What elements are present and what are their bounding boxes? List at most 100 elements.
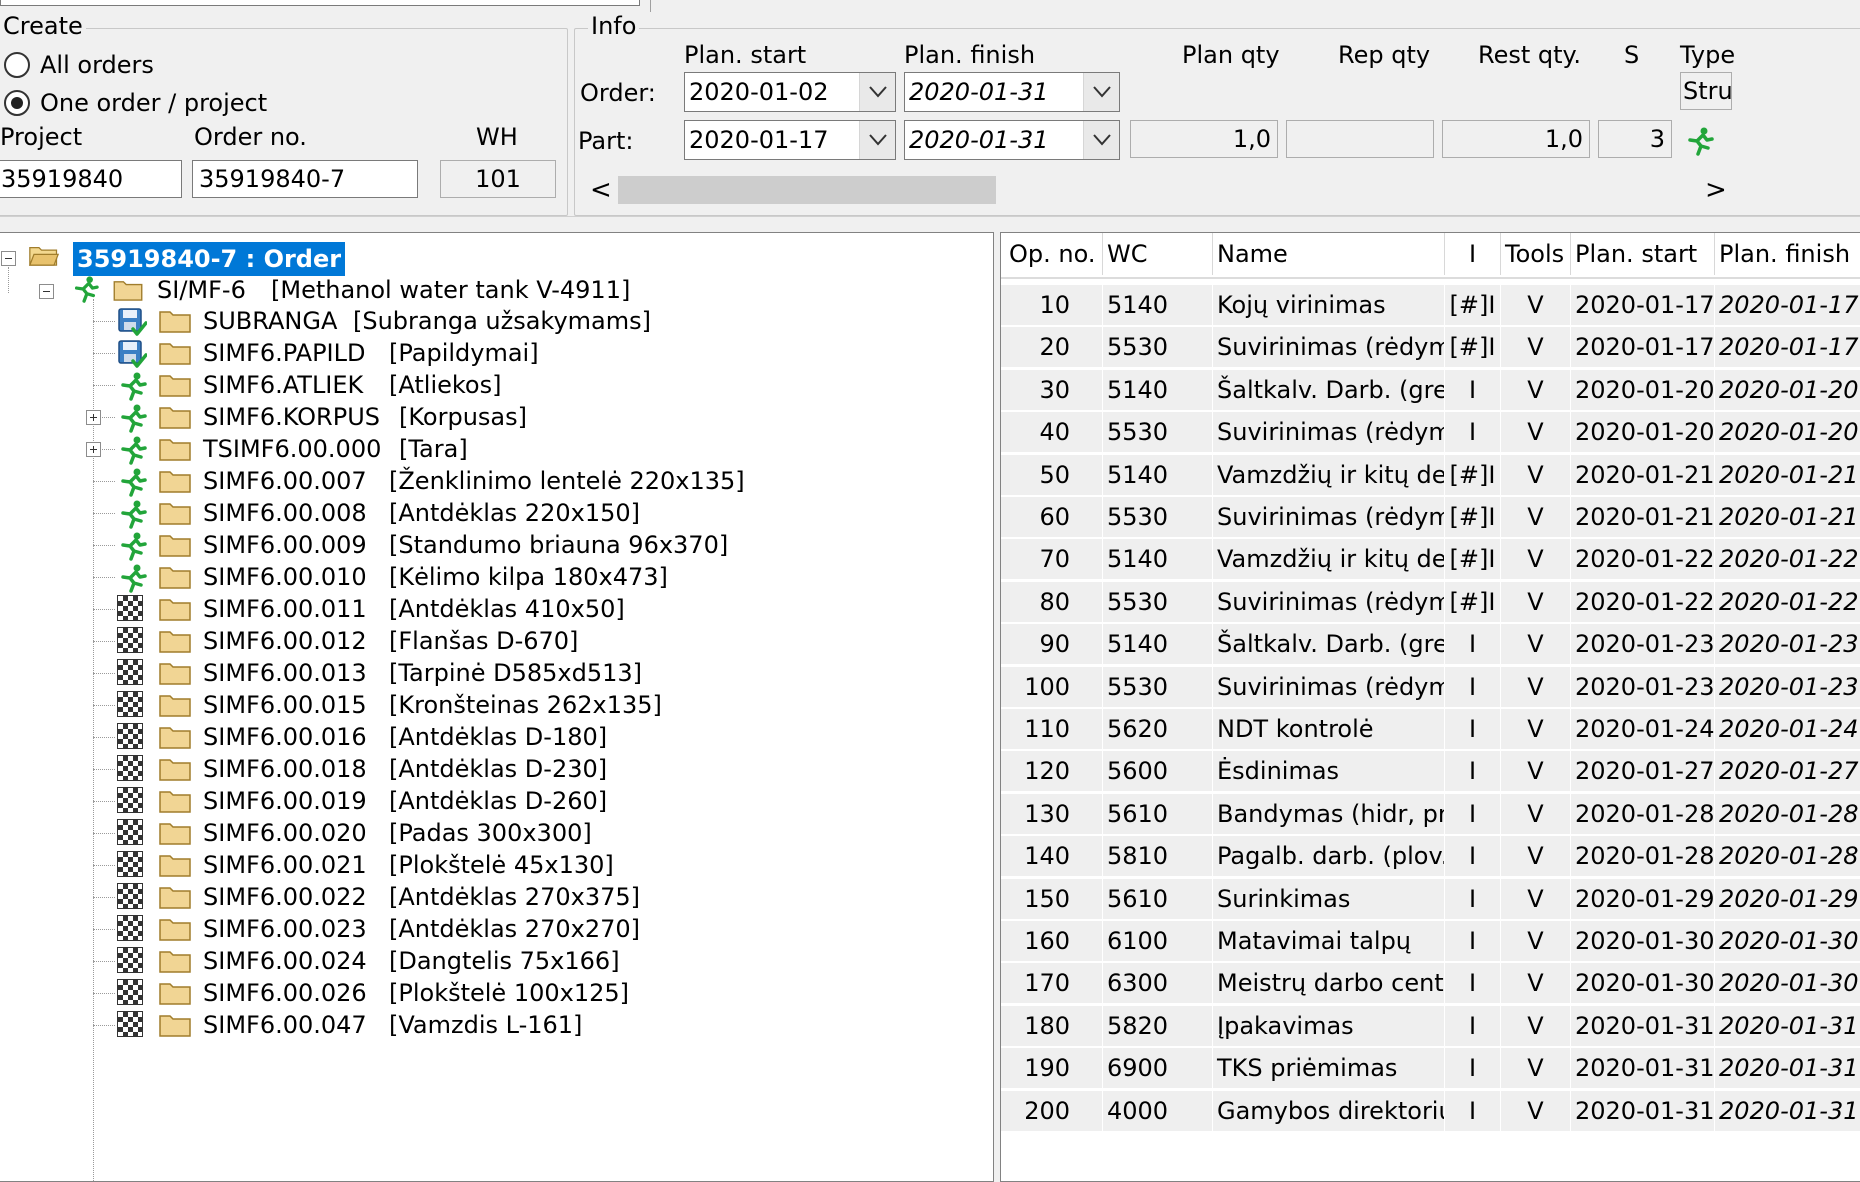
tree-item-code: SIMF6.ATLIEK xyxy=(203,371,364,399)
one-order-radio[interactable] xyxy=(4,90,30,116)
table-row[interactable]: 80 5530 Suvirinimas (rėdyma [#]I V 2020-01-22… xyxy=(1001,581,1860,623)
structure-tree[interactable]: 35919840-7 : Order SI/MF-6 [Methanol wat… xyxy=(0,232,994,1182)
chevron-down-icon[interactable] xyxy=(859,73,895,111)
tree-item[interactable]: SIMF6.00.024 [Dangtelis 75x166] xyxy=(203,945,620,977)
header-wc[interactable]: WC xyxy=(1103,233,1213,275)
order-no-field[interactable]: 35919840-7 xyxy=(192,160,418,198)
tree-item-code: SIMF6.00.011 xyxy=(203,595,367,623)
table-row[interactable]: 40 5530 Suvirinimas (rėdyma I V 2020-01-20 202… xyxy=(1001,412,1860,454)
cell-plan-finish: 2020-01-30 xyxy=(1715,963,1860,1005)
tree-item-desc: [Antdėklas 270x270] xyxy=(389,915,640,943)
tree-item-expander[interactable] xyxy=(86,442,101,457)
table-row[interactable]: 140 5810 Pagalb. darb. (plov. I V 2020-01-28 2… xyxy=(1001,836,1860,878)
part-plan-start-dropdown[interactable]: 2020-01-17 xyxy=(684,120,896,160)
tree-item-code: SIMF6.00.012 xyxy=(203,627,367,655)
table-row[interactable]: 20 5530 Suvirinimas (rėdyma [#]I V 2020-01-17… xyxy=(1001,327,1860,369)
table-row[interactable]: 10 5140 Kojų virinimas [#]I V 2020-01-17 2020-… xyxy=(1001,285,1860,326)
cell-wc: 5610 xyxy=(1103,878,1213,920)
cell-op-no: 20 xyxy=(1001,327,1103,369)
header-plan-finish[interactable]: Plan. finish xyxy=(1715,233,1860,275)
table-row[interactable]: 110 5620 NDT kontrolė I V 2020-01-24 2020-01-2… xyxy=(1001,709,1860,750)
running-status-icon xyxy=(1688,127,1714,156)
tree-item[interactable]: TSIMF6.00.000 [Tara] xyxy=(203,433,468,465)
cell-plan-finish: 2020-01-31 xyxy=(1715,1090,1860,1132)
tree-item-desc: [Kėlimo kilpa 180x473] xyxy=(389,563,668,591)
table-row[interactable]: 160 6100 Matavimai talpų I V 2020-01-30 2020-0… xyxy=(1001,921,1860,962)
tree-connector xyxy=(93,1025,115,1026)
tree-item[interactable]: SIMF6.00.026 [Plokštelė 100x125] xyxy=(203,977,629,1009)
table-row[interactable]: 150 5610 Surinkimas I V 2020-01-29 2020-01-29 xyxy=(1001,878,1860,920)
tree-item[interactable]: SIMF6.00.010 [Kėlimo kilpa 180x473] xyxy=(203,561,668,593)
tree-item[interactable]: SIMF6.00.016 [Antdėklas D-180] xyxy=(203,721,607,753)
table-row[interactable]: 705140Vamzdžių ir kitų deta[#]IV2020-01-… xyxy=(1001,539,1860,581)
table-row[interactable]: 60 5530 Suvirinimas (rėdyma [#]I V 2020-01-21… xyxy=(1001,497,1860,538)
tree-connector xyxy=(93,641,115,642)
tree-item-desc: [Antdėklas D-260] xyxy=(389,787,608,815)
tree-item[interactable]: SIMF6.00.007 [Ženklinimo lentelė 220x135] xyxy=(203,465,745,497)
level1-expander[interactable] xyxy=(39,284,54,299)
table-row[interactable]: 505140Vamzdžių ir kitų deta[#]IV2020-01-… xyxy=(1001,454,1860,496)
tree-item[interactable]: SIMF6.00.015 [Kronšteinas 262x135] xyxy=(203,689,662,721)
tree-item[interactable]: SIMF6.00.019 [Antdėklas D-260] xyxy=(203,785,607,817)
tree-item[interactable]: SIMF6.KORPUS [Korpusas] xyxy=(203,401,527,433)
tree-root-order[interactable]: 35919840-7 : Order xyxy=(73,242,346,276)
col-plan-finish-label: Plan. finish xyxy=(904,41,1036,69)
table-row[interactable]: 90 5140 Šaltkalv. Darb. (gre: I V 2020-01-23 2… xyxy=(1001,624,1860,666)
header-plan-start[interactable]: Plan. start xyxy=(1571,233,1715,275)
table-row[interactable]: 120 5600 Ėsdinimas I V 2020-01-27 2020-01-27 xyxy=(1001,751,1860,793)
header-tools[interactable]: Tools xyxy=(1501,233,1571,275)
one-order-label[interactable]: One order / project xyxy=(40,88,267,118)
scroll-left-arrow[interactable]: < xyxy=(590,172,612,208)
tree-item-code: SIMF6.00.022 xyxy=(203,883,367,911)
table-row[interactable]: 200 4000 Gamybos direktorius I V 2020-01-31 20… xyxy=(1001,1090,1860,1132)
table-row[interactable]: 130 5610 Bandymas (hidr, pne I V 2020-01-28 20… xyxy=(1001,793,1860,835)
tree-item[interactable]: SIMF6.00.008 [Antdėklas 220x150] xyxy=(203,497,640,529)
tree-item[interactable]: SIMF6.00.018 [Antdėklas D-230] xyxy=(203,753,607,785)
root-expander[interactable] xyxy=(1,251,16,266)
scroll-thumb[interactable] xyxy=(618,176,996,204)
tree-connector xyxy=(93,513,115,514)
tree-item-expander[interactable] xyxy=(86,410,101,425)
tree-item[interactable]: SIMF6.ATLIEK [Atliekos] xyxy=(203,369,501,401)
tree-item[interactable]: SIMF6.00.013 [Tarpinė D585xd513] xyxy=(203,657,642,689)
chevron-down-icon[interactable] xyxy=(1083,73,1119,111)
order-plan-start-dropdown[interactable]: 2020-01-02 xyxy=(684,72,896,112)
all-orders-radio[interactable] xyxy=(4,52,30,78)
tree-item[interactable]: SIMF6.00.012 [Flanšas D-670] xyxy=(203,625,578,657)
chevron-down-icon[interactable] xyxy=(859,121,895,159)
tree-item[interactable]: SIMF6.00.021 [Plokštelė 45x130] xyxy=(203,849,614,881)
table-row[interactable]: 180 5820 Įpakavimas I V 2020-01-31 2020-01-31 xyxy=(1001,1005,1860,1047)
table-row[interactable]: 190 6900 TKS priėmimas I V 2020-01-31 2020-01-… xyxy=(1001,1048,1860,1090)
section-divider xyxy=(0,216,1860,217)
tree-item[interactable]: SIMF6.00.047 [Vamzdis L-161] xyxy=(203,1009,582,1041)
table-row[interactable]: 170 6300 Meistrų darbo centra I V 2020-01-30 2… xyxy=(1001,963,1860,1005)
header-op-no[interactable]: Op. no. xyxy=(1001,233,1103,275)
tree-item-code: SIMF6.00.026 xyxy=(203,979,367,1007)
tree-item[interactable]: SIMF6.PAPILD [Papildymai] xyxy=(203,337,539,369)
all-orders-label[interactable]: All orders xyxy=(40,50,154,80)
project-field[interactable]: 35919840 xyxy=(0,160,182,198)
part-plan-finish-dropdown[interactable]: 2020-01-31 xyxy=(904,120,1120,160)
tree-item[interactable]: SIMF6.00.011 [Antdėklas 410x50] xyxy=(203,593,625,625)
chevron-down-icon[interactable] xyxy=(1083,121,1119,159)
table-row[interactable]: 30 5140 Šaltkalv. Darb. (gre: I V 2020-01-20 2… xyxy=(1001,369,1860,411)
operations-grid[interactable]: Op. no. WC Name I Tools Plan. start Plan… xyxy=(1000,232,1860,1182)
scroll-right-arrow[interactable]: > xyxy=(1705,172,1727,208)
tree-item[interactable]: SIMF6.00.023 [Antdėklas 270x270] xyxy=(203,913,640,945)
tree-level1-code[interactable]: SI/MF-6 xyxy=(157,274,246,306)
finished-status-icon xyxy=(117,1011,143,1037)
tree-item[interactable]: SIMF6.00.022 [Antdėklas 270x375] xyxy=(203,881,640,913)
header-i[interactable]: I xyxy=(1445,233,1501,275)
cell-plan-finish: 2020-01-22 xyxy=(1715,539,1860,581)
tree-item[interactable]: SIMF6.00.020 [Padas 300x300] xyxy=(203,817,592,849)
tree-item[interactable]: SUBRANGA [Subranga užsakymams] xyxy=(203,305,651,337)
cell-plan-finish: 2020-01-22 xyxy=(1715,581,1860,623)
tree-item[interactable]: SIMF6.00.009 [Standumo briauna 96x370] xyxy=(203,529,728,561)
order-plan-finish-dropdown[interactable]: 2020-01-31 xyxy=(904,72,1120,112)
cell-tools: V xyxy=(1501,793,1571,835)
header-name[interactable]: Name xyxy=(1213,233,1445,275)
cell-wc: 5620 xyxy=(1103,709,1213,750)
table-row[interactable]: 100 5530 Suvirinimas (rėdyma I V 2020-01-23 20… xyxy=(1001,666,1860,708)
info-scrollbar[interactable]: < > xyxy=(580,172,1730,208)
cell-plan-start: 2020-01-17 xyxy=(1571,327,1715,369)
